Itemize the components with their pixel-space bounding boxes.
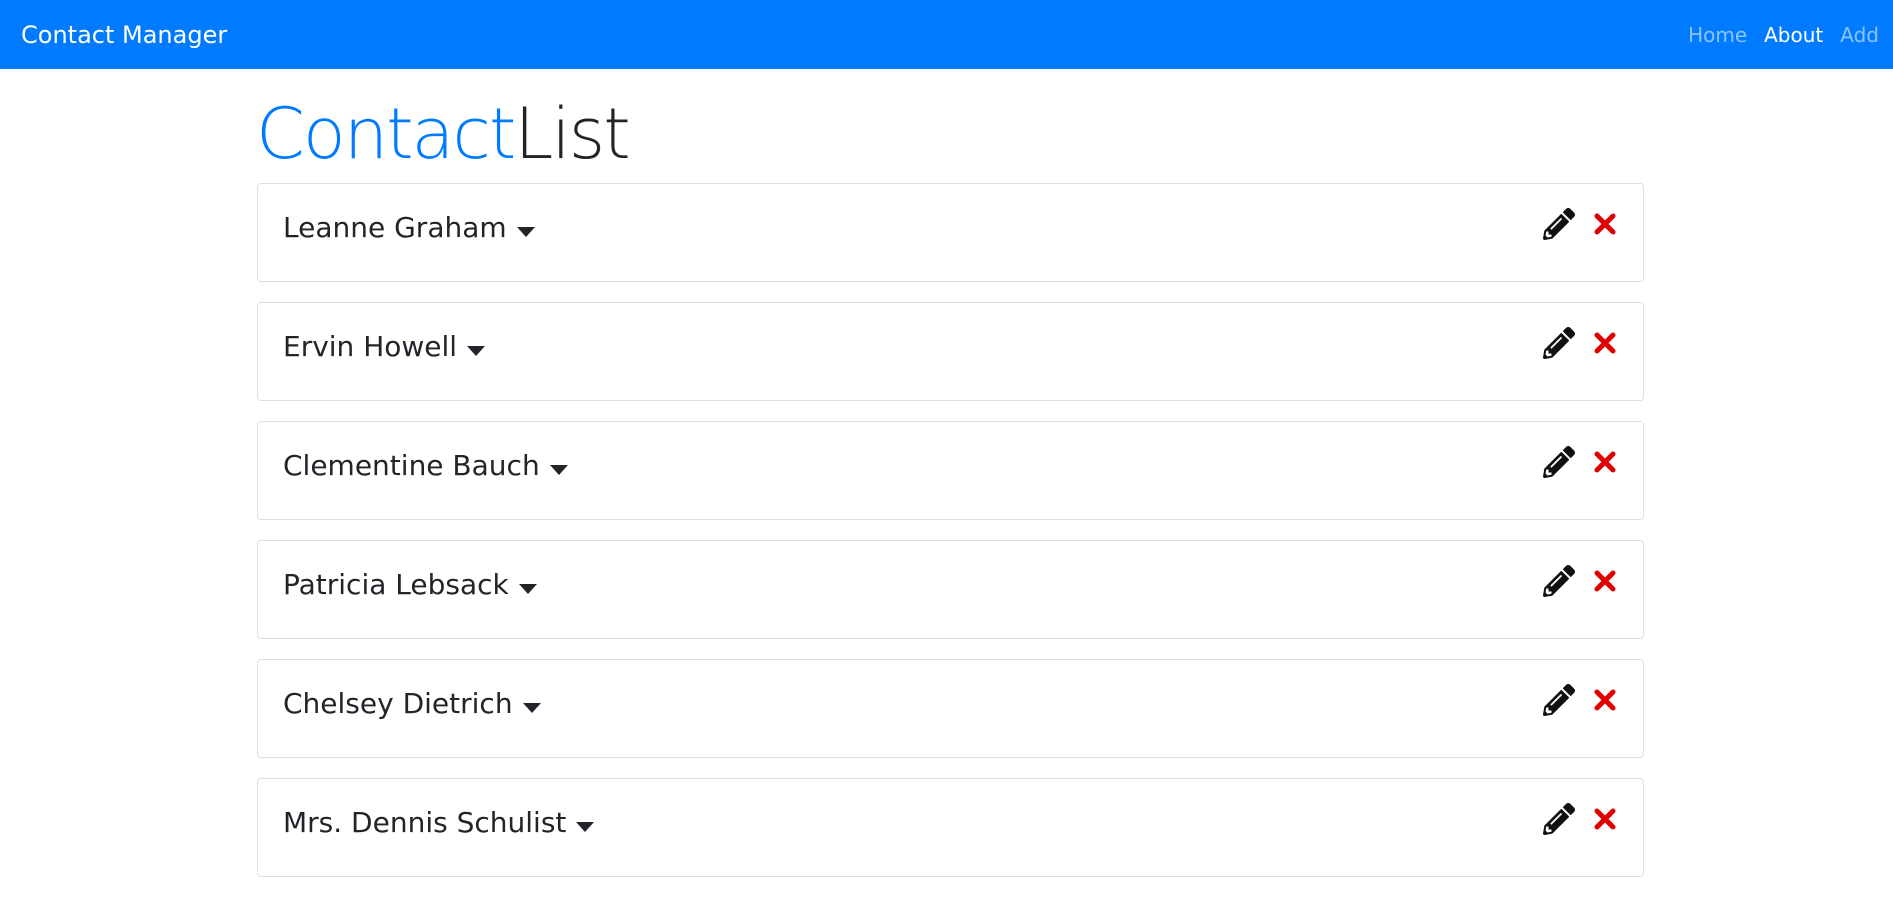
contact-name-toggle[interactable]: Clementine Bauch <box>283 449 568 482</box>
contact-actions <box>1543 208 1621 240</box>
pencil-icon[interactable] <box>1543 803 1575 835</box>
contact-card: Leanne Graham <box>257 183 1644 282</box>
contact-card: Patricia Lebsack <box>257 540 1644 639</box>
pencil-icon[interactable] <box>1543 446 1575 478</box>
contact-card: Clementine Bauch <box>257 421 1644 520</box>
contact-name: Leanne Graham <box>283 211 507 244</box>
contact-actions <box>1543 803 1621 835</box>
caret-down-icon[interactable] <box>518 584 537 594</box>
pencil-icon[interactable] <box>1543 208 1575 240</box>
nav-link-home[interactable]: Home <box>1688 25 1747 45</box>
contact-card: Ervin Howell <box>257 302 1644 401</box>
page-title: ContactList <box>256 99 631 169</box>
pencil-icon[interactable] <box>1543 565 1575 597</box>
contact-name-toggle[interactable]: Leanne Graham <box>283 211 535 244</box>
page-title-accent: Contact <box>256 93 516 175</box>
caret-down-icon[interactable] <box>467 346 486 356</box>
nav-link-add[interactable]: Add <box>1840 25 1879 45</box>
contact-name: Clementine Bauch <box>283 449 540 482</box>
contact-list: Leanne Graham Ervin Howell Clementine Ba… <box>257 183 1644 897</box>
nav-link-about[interactable]: About <box>1764 25 1823 45</box>
times-icon[interactable] <box>1589 565 1621 597</box>
page-title-rest: List <box>514 93 630 175</box>
contact-name-toggle[interactable]: Chelsey Dietrich <box>283 687 541 720</box>
times-icon[interactable] <box>1589 208 1621 240</box>
contact-actions <box>1543 446 1621 478</box>
contact-card: Mrs. Dennis Schulist <box>257 778 1644 877</box>
contact-name-toggle[interactable]: Mrs. Dennis Schulist <box>283 806 595 839</box>
contact-name-toggle[interactable]: Ervin Howell <box>283 330 486 363</box>
contact-card: Chelsey Dietrich <box>257 659 1644 758</box>
brand[interactable]: Contact Manager <box>21 23 227 47</box>
contact-name: Ervin Howell <box>283 330 458 363</box>
pencil-icon[interactable] <box>1543 684 1575 716</box>
times-icon[interactable] <box>1589 803 1621 835</box>
contact-actions <box>1543 327 1621 359</box>
pencil-icon[interactable] <box>1543 327 1575 359</box>
caret-down-icon[interactable] <box>576 822 595 832</box>
times-icon[interactable] <box>1589 446 1621 478</box>
contact-name-toggle[interactable]: Patricia Lebsack <box>283 568 537 601</box>
contact-actions <box>1543 565 1621 597</box>
times-icon[interactable] <box>1589 684 1621 716</box>
contact-name: Patricia Lebsack <box>283 568 509 601</box>
contact-name: Chelsey Dietrich <box>283 687 513 720</box>
caret-down-icon[interactable] <box>516 227 535 237</box>
contact-actions <box>1543 684 1621 716</box>
caret-down-icon[interactable] <box>522 703 541 713</box>
times-icon[interactable] <box>1589 327 1621 359</box>
caret-down-icon[interactable] <box>549 465 568 475</box>
contact-name: Mrs. Dennis Schulist <box>283 806 567 839</box>
navbar: Contact Manager Home About Add <box>0 0 1893 69</box>
nav-links: Home About Add <box>1688 25 1879 45</box>
